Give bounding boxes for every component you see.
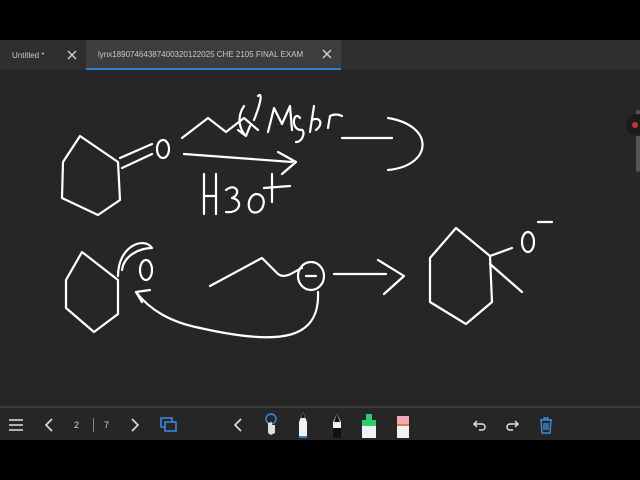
- reaction-arrow-main: [182, 150, 298, 176]
- drawing-canvas[interactable]: [0, 70, 640, 406]
- handwritten-ink: [60, 93, 554, 339]
- tab-label: Untitled *: [12, 50, 45, 60]
- product-arrow: [332, 258, 406, 296]
- tab-bar: Untitled * lynx18907464387400320122025 C…: [0, 40, 640, 70]
- mechanism-wave: [208, 256, 304, 288]
- tab-final-exam[interactable]: lynx18907464387400320122025 CHE 2105 FIN…: [86, 40, 341, 70]
- reaction-arrow-top: [340, 116, 424, 172]
- close-icon[interactable]: [321, 48, 333, 60]
- lower-ring: [64, 250, 120, 334]
- close-icon[interactable]: [66, 49, 78, 61]
- product-chain: [488, 262, 524, 294]
- nucleophilic-attack-arrow: [134, 288, 320, 339]
- pen-white-icon[interactable]: [292, 408, 314, 442]
- pen-black-icon[interactable]: [326, 408, 348, 442]
- page-separator: [93, 418, 94, 432]
- trash-icon[interactable]: [536, 408, 556, 442]
- eraser-pink-icon[interactable]: [392, 408, 414, 442]
- carbonyl-oxygen: [155, 138, 171, 160]
- bottom-letterbox: [0, 440, 640, 480]
- next-page-icon[interactable]: [126, 408, 144, 442]
- highlighter-green-icon[interactable]: [358, 408, 380, 442]
- undo-icon[interactable]: [470, 408, 490, 442]
- carbonyl-double-bond: [118, 142, 154, 170]
- bottom-toolbar: 2 7: [0, 406, 640, 442]
- text-h3o-plus: [202, 172, 292, 216]
- cyclohexanone-ring: [60, 134, 122, 217]
- collapse-tools-icon[interactable]: [230, 408, 246, 442]
- lasso-pointer-icon[interactable]: [260, 408, 282, 442]
- hamburger-menu-icon[interactable]: [6, 408, 26, 442]
- lower-oxygen: [138, 258, 154, 282]
- tab-untitled[interactable]: Untitled *: [0, 40, 86, 70]
- total-pages: 7: [104, 420, 110, 430]
- product-oxygen: [520, 230, 536, 254]
- current-page-number[interactable]: 2: [74, 408, 79, 442]
- redo-icon[interactable]: [502, 408, 522, 442]
- tab-label: lynx18907464387400320122025 CHE 2105 FIN…: [98, 49, 304, 59]
- product-ring: [428, 226, 494, 326]
- product-oxygen-bond: [488, 246, 514, 258]
- previous-page-icon[interactable]: [40, 408, 58, 442]
- pages-overview-icon[interactable]: [158, 408, 180, 442]
- text-mgbr: [252, 93, 344, 144]
